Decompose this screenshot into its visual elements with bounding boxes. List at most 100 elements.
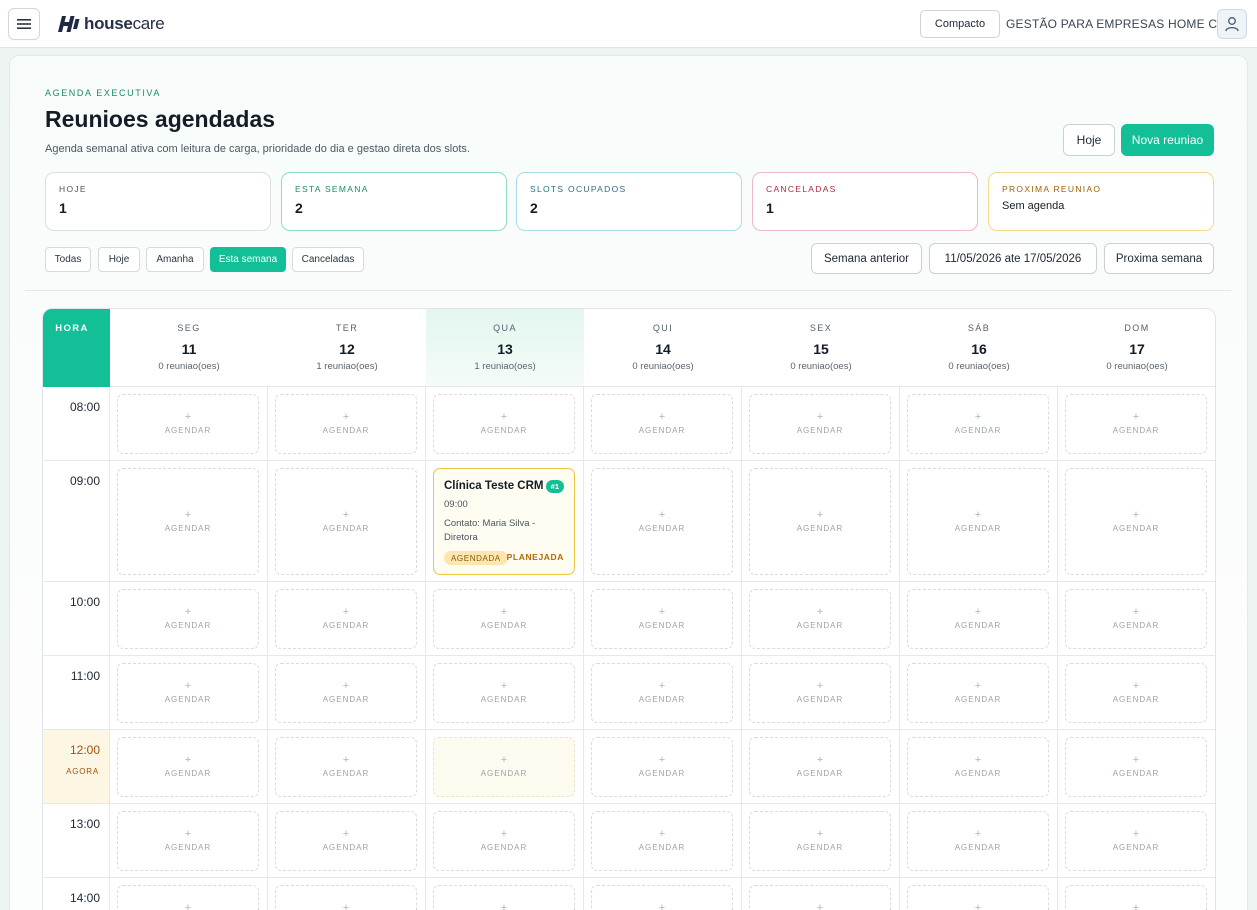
new-meeting-button[interactable]: Nova reuniao [1121,124,1214,156]
schedule-slot[interactable]: +AGENDAR [433,737,575,797]
day-name: SEX [809,323,833,333]
schedule-slot[interactable]: +AGENDAR [117,468,259,575]
schedule-label: AGENDAR [480,769,528,778]
schedule-label: AGENDAR [322,769,370,778]
schedule-slot[interactable]: +AGENDAR [907,589,1049,649]
day-meeting-count: 0 reuniao(oes) [1106,361,1168,372]
today-button[interactable]: Hoje [1063,124,1115,156]
meeting-time: 09:00 [444,499,468,510]
schedule-slot[interactable]: +AGENDAR [433,885,575,910]
schedule-slot[interactable]: +AGENDAR [591,468,733,575]
schedule-slot[interactable]: +AGENDAR [275,885,417,910]
plus-icon: + [342,828,350,840]
plus-icon: + [974,680,982,692]
schedule-slot[interactable]: +AGENDAR [275,394,417,454]
schedule-slot[interactable]: +AGENDAR [907,663,1049,723]
next-week-button[interactable]: Proxima semana [1104,243,1214,274]
day-name: TER [335,323,359,333]
meeting-card[interactable]: Clínica Teste CRM #1 09:00 Contato: Maria S… [433,468,575,575]
schedule-slot[interactable]: +AGENDAR [907,394,1049,454]
schedule-slot[interactable]: +AGENDAR [433,394,575,454]
schedule-slot[interactable]: +AGENDAR [275,663,417,723]
schedule-slot[interactable]: +AGENDAR [1065,394,1207,454]
week-range-display[interactable]: 11/05/2026 ate 17/05/2026 [929,243,1097,274]
schedule-slot[interactable]: +AGENDAR [591,589,733,649]
schedule-slot[interactable]: +AGENDAR [749,394,891,454]
previous-week-button[interactable]: Semana anterior [811,243,922,274]
schedule-slot[interactable]: +AGENDAR [1065,468,1207,575]
day-meeting-count: 0 reuniao(oes) [790,361,852,372]
filter-todas[interactable]: Todas [45,247,91,272]
schedule-slot[interactable]: +AGENDAR [591,663,733,723]
weekly-calendar: HORA SEG 11 0 reuniao(oes) TER 12 1 reuniao(o… [42,308,1216,910]
time-cell: 11:00 [43,656,110,729]
schedule-slot[interactable]: +AGENDAR [907,885,1049,910]
schedule-slot[interactable]: +AGENDAR [433,663,575,723]
schedule-slot[interactable]: +AGENDAR [1065,885,1207,910]
hour-row-1000: 10:00 + AGENDAR + AGENDAR + AGENDAR + AGENDAR + AG… [43,582,1215,656]
schedule-slot[interactable]: +AGENDAR [591,394,733,454]
filter-hoje[interactable]: Hoje [98,247,140,272]
schedule-slot[interactable]: +AGENDAR [1065,737,1207,797]
hamburger-menu-button[interactable] [8,8,40,40]
plus-icon: + [658,828,666,840]
schedule-label: AGENDAR [954,769,1002,778]
schedule-label: AGENDAR [322,843,370,852]
schedule-slot[interactable]: +AGENDAR [117,394,259,454]
schedule-slot[interactable]: +AGENDAR [117,589,259,649]
schedule-label: AGENDAR [1112,769,1160,778]
schedule-slot[interactable]: +AGENDAR [907,468,1049,575]
column-separator [1057,730,1058,803]
column-separator [583,461,584,581]
plus-icon: + [500,680,508,692]
schedule-slot[interactable]: +AGENDAR [749,885,891,910]
schedule-slot[interactable]: +AGENDAR [117,737,259,797]
plus-icon: + [184,606,192,618]
filter-canceladas[interactable]: Canceladas [292,247,364,272]
schedule-slot[interactable]: +AGENDAR [591,737,733,797]
schedule-slot[interactable]: +AGENDAR [117,663,259,723]
schedule-label: AGENDAR [954,426,1002,435]
schedule-slot[interactable]: +AGENDAR [749,468,891,575]
time-cell: 08:00 [43,387,110,460]
stat-card-esta-semana: ESTA SEMANA 2 [281,172,507,231]
schedule-slot[interactable]: +AGENDAR [591,885,733,910]
plus-icon: + [816,828,824,840]
filter-esta-semana[interactable]: Esta semana [210,247,286,272]
plus-icon: + [816,680,824,692]
schedule-label: AGENDAR [480,621,528,630]
plus-icon: + [658,902,666,910]
brand-logo[interactable]: housecare [58,12,165,36]
schedule-slot[interactable]: + AGENDAR [275,811,417,871]
schedule-slot[interactable]: +AGENDAR [1065,663,1207,723]
schedule-label: AGENDAR [796,523,844,533]
schedule-slot[interactable]: +AGENDAR [117,885,259,910]
schedule-slot[interactable]: +AGENDAR [1065,589,1207,649]
schedule-slot[interactable]: +AGENDAR [275,468,417,575]
schedule-slot[interactable]: +AGENDAR [907,811,1049,871]
schedule-slot[interactable]: +AGENDAR [117,811,259,871]
schedule-label: AGENDAR [480,426,528,435]
schedule-slot[interactable]: +AGENDAR [749,589,891,649]
column-separator [583,730,584,803]
column-separator [583,878,584,910]
time-label: 08:00 [69,400,100,414]
schedule-slot[interactable]: +AGENDAR [749,737,891,797]
filter-amanha[interactable]: Amanha [146,247,204,272]
schedule-slot[interactable]: +AGENDAR [749,811,891,871]
schedule-slot[interactable]: +AGENDAR [275,737,417,797]
schedule-slot[interactable]: +AGENDAR [591,811,733,871]
top-bar: housecare Compacto GESTÃO PARA EMPRESAS … [0,0,1257,48]
day-header-ter: TER 12 1 reuniao(oes) [268,309,426,387]
compact-toggle-button[interactable]: Compacto [920,10,1000,38]
schedule-slot[interactable]: +AGENDAR [275,589,417,649]
schedule-slot[interactable]: +AGENDAR [749,663,891,723]
schedule-slot[interactable]: +AGENDAR [433,811,575,871]
schedule-slot[interactable]: +AGENDAR [1065,811,1207,871]
stat-value: 2 [295,200,303,216]
schedule-slot[interactable]: +AGENDAR [907,737,1049,797]
column-separator [425,730,426,803]
plus-icon: + [184,411,192,423]
schedule-slot[interactable]: +AGENDAR [433,589,575,649]
user-menu-button[interactable] [1217,9,1247,39]
